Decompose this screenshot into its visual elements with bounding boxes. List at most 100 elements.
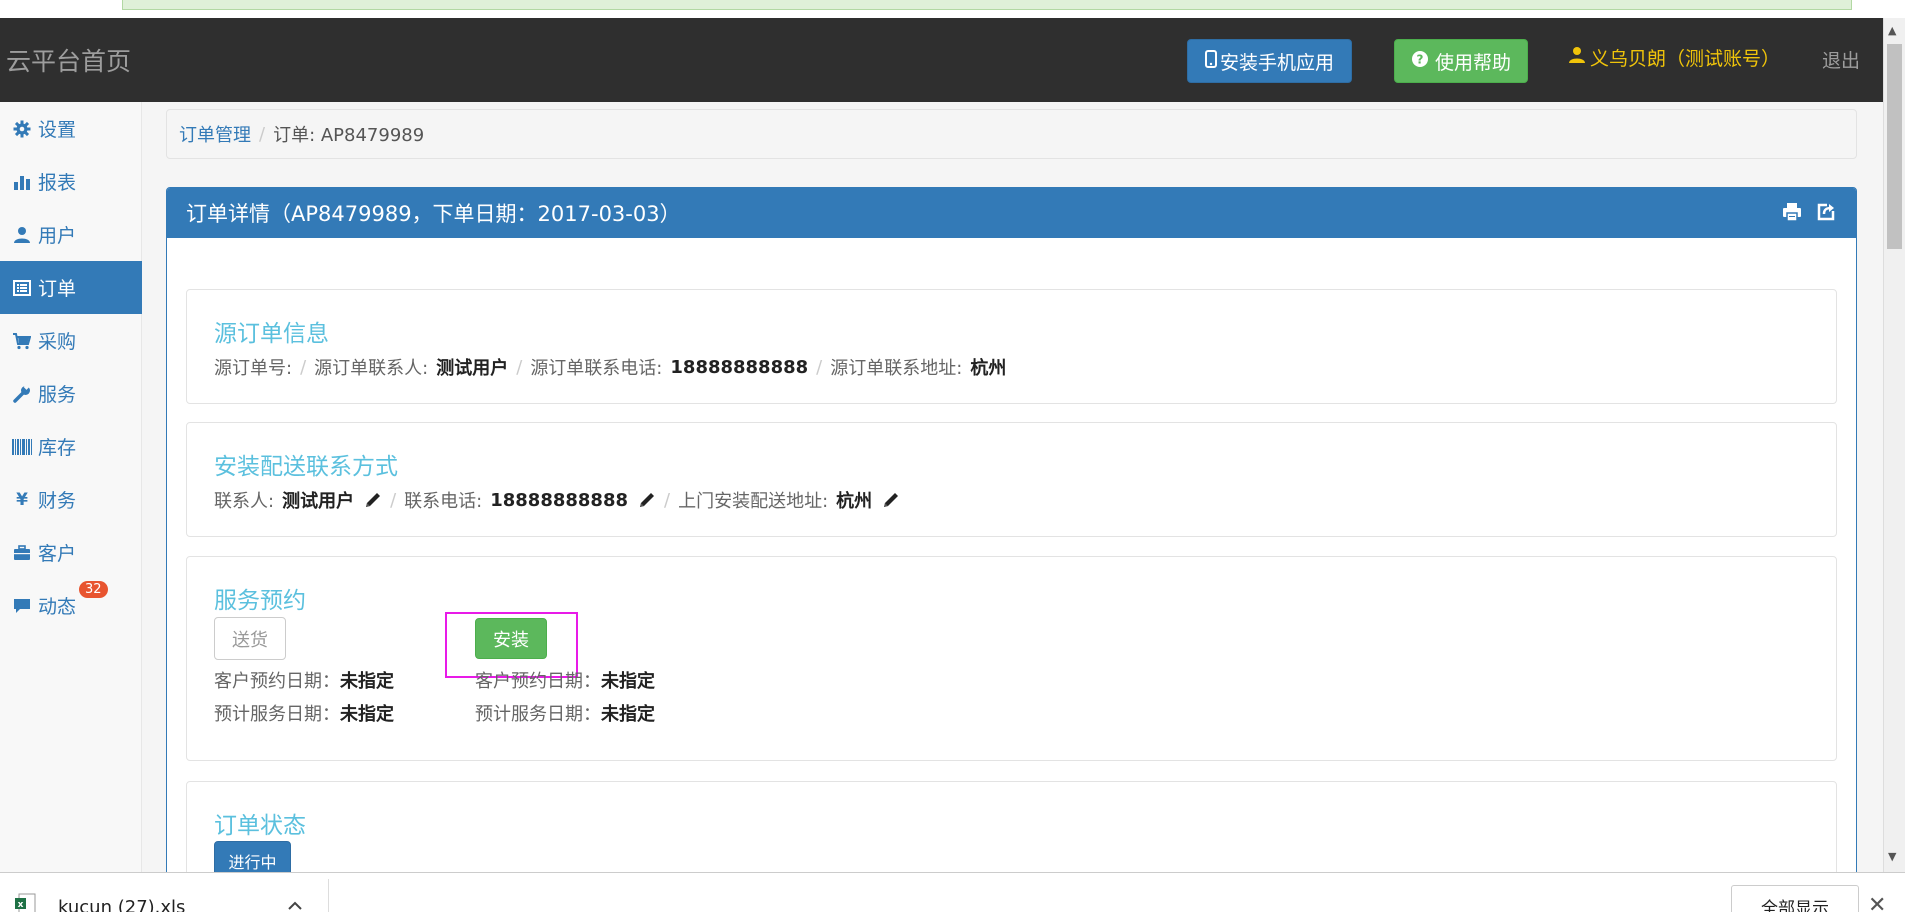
cart-icon bbox=[12, 332, 32, 350]
address-label: 上门安装配送地址: bbox=[678, 491, 829, 512]
panel-heading: 订单详情（AP8479989，下单日期：2017-03-03） bbox=[167, 188, 1856, 238]
help-button[interactable]: ? 使用帮助 bbox=[1394, 39, 1528, 83]
svg-text:x: x bbox=[18, 900, 24, 910]
list-icon bbox=[12, 279, 32, 297]
customer-date-value: 未指定 bbox=[340, 671, 394, 692]
print-icon[interactable] bbox=[1782, 202, 1802, 227]
source-phone-label: 源订单联系电话: bbox=[530, 358, 663, 379]
source-contact-value: 测试用户 bbox=[436, 358, 509, 379]
wrench-icon bbox=[12, 384, 32, 403]
user-icon bbox=[1568, 46, 1586, 69]
sidebar-item-activity[interactable]: 动态 32 bbox=[0, 579, 142, 632]
separator: / bbox=[300, 356, 307, 378]
sidebar-item-finance[interactable]: ¥ 财务 bbox=[0, 473, 142, 526]
order-detail-panel: 订单详情（AP8479989，下单日期：2017-03-03） 源订单信息 源订… bbox=[166, 187, 1857, 887]
phone-value: 18888888888 bbox=[490, 489, 629, 511]
edit-contact-pencil-icon[interactable] bbox=[364, 491, 382, 509]
source-order-section: 源订单信息 源订单号: / 源订单联系人: 测试用户 / 源订单联系电话: 18… bbox=[186, 289, 1837, 404]
customer-date-label: 客户预约日期： bbox=[214, 671, 340, 692]
source-address-value: 杭州 bbox=[970, 358, 1007, 379]
top-strip bbox=[0, 0, 1905, 18]
install-app-button[interactable]: 安装手机应用 bbox=[1187, 39, 1352, 83]
user-menu[interactable]: 义乌贝朗（测试账号） bbox=[1568, 44, 1780, 71]
scroll-thumb[interactable] bbox=[1887, 44, 1902, 249]
source-order-info: 源订单号: / 源订单联系人: 测试用户 / 源订单联系电话: 18888888… bbox=[214, 354, 1836, 380]
expected-date-value: 未指定 bbox=[340, 704, 394, 725]
brand-link[interactable]: 云平台首页 bbox=[6, 42, 131, 78]
breadcrumb-current: 订单: AP8479989 bbox=[273, 125, 425, 146]
bar-chart-icon bbox=[12, 173, 32, 191]
separator: / bbox=[664, 489, 671, 511]
install-customer-date: 客户预约日期：未指定 bbox=[475, 667, 655, 693]
edit-phone-pencil-icon[interactable] bbox=[638, 491, 656, 509]
top-navbar: 云平台首页 安装手机应用 ? 使用帮助 义乌贝朗（测试账号） 退出 bbox=[0, 18, 1883, 102]
separator: / bbox=[390, 489, 397, 511]
delivery-expected-date: 预计服务日期：未指定 bbox=[214, 700, 394, 726]
sidebar-item-label: 动态 bbox=[38, 596, 77, 618]
sidebar-item-label: 报表 bbox=[38, 172, 77, 194]
help-label: 使用帮助 bbox=[1434, 51, 1511, 74]
customer-date-value: 未指定 bbox=[601, 671, 655, 692]
sidebar-item-label: 订单 bbox=[38, 278, 77, 300]
gear-icon bbox=[12, 120, 32, 138]
logout-link[interactable]: 退出 bbox=[1822, 46, 1860, 73]
contact-label: 联系人: bbox=[214, 491, 275, 512]
barcode-icon bbox=[12, 438, 32, 456]
customer-date-label: 客户预约日期： bbox=[475, 671, 601, 692]
expected-date-label: 预计服务日期： bbox=[475, 704, 601, 725]
separator: / bbox=[816, 356, 823, 378]
chevron-up-icon[interactable] bbox=[287, 895, 303, 912]
sidebar-item-users[interactable]: 用户 bbox=[0, 208, 142, 261]
breadcrumb: 订单管理 / 订单: AP8479989 bbox=[166, 109, 1857, 159]
panel-title: 订单详情（AP8479989，下单日期：2017-03-03） bbox=[186, 202, 681, 226]
source-address-label: 源订单联系地址: bbox=[830, 358, 963, 379]
show-all-downloads-button[interactable]: 全部显示 bbox=[1731, 885, 1859, 912]
install-contact-section: 安装配送联系方式 联系人: 测试用户 / 联系电话: 18888888888 /… bbox=[186, 422, 1837, 537]
address-value: 杭州 bbox=[836, 491, 873, 512]
sidebar-item-reports[interactable]: 报表 bbox=[0, 155, 142, 208]
sidebar-item-settings[interactable]: 设置 bbox=[0, 102, 142, 155]
download-file-name[interactable]: kucun (27).xls bbox=[58, 897, 185, 912]
question-circle-icon: ? bbox=[1411, 50, 1429, 73]
source-phone-value: 18888888888 bbox=[670, 356, 809, 378]
sidebar-item-label: 服务 bbox=[38, 384, 77, 406]
user-name: 义乌贝朗（测试账号） bbox=[1590, 48, 1781, 70]
sidebar-item-orders[interactable]: 订单 bbox=[0, 261, 142, 314]
sidebar-item-customers[interactable]: 客户 bbox=[0, 526, 142, 579]
scroll-down-arrow-icon[interactable]: ▼ bbox=[1888, 850, 1896, 863]
yen-icon: ¥ bbox=[16, 489, 28, 510]
close-icon[interactable]: ✕ bbox=[1868, 893, 1886, 912]
order-status-title: 订单状态 bbox=[214, 813, 306, 839]
sidebar-item-inventory[interactable]: 库存 bbox=[0, 420, 142, 473]
download-bar: x kucun (27).xls 全部显示 ✕ bbox=[0, 872, 1905, 912]
delivery-button[interactable]: 送货 bbox=[214, 617, 286, 660]
divider bbox=[328, 879, 329, 912]
breadcrumb-order-management[interactable]: 订单管理 bbox=[179, 121, 251, 147]
install-contact-title: 安装配送联系方式 bbox=[214, 454, 398, 480]
briefcase-icon bbox=[12, 544, 32, 562]
install-expected-date: 预计服务日期：未指定 bbox=[475, 700, 655, 726]
sidebar-item-label: 用户 bbox=[38, 225, 77, 247]
source-contact-label: 源订单联系人: bbox=[314, 358, 429, 379]
delivery-customer-date: 客户预约日期：未指定 bbox=[214, 667, 394, 693]
sidebar-item-label: 库存 bbox=[38, 437, 77, 459]
page-scrollbar[interactable]: ▲ ▼ bbox=[1883, 18, 1905, 872]
source-order-no-label: 源订单号: bbox=[214, 358, 293, 379]
excel-file-icon: x bbox=[15, 893, 37, 912]
sidebar-item-purchasing[interactable]: 采购 bbox=[0, 314, 142, 367]
share-icon[interactable] bbox=[1816, 202, 1836, 227]
sidebar-item-service[interactable]: 服务 bbox=[0, 367, 142, 420]
expected-date-value: 未指定 bbox=[601, 704, 655, 725]
contact-value: 测试用户 bbox=[282, 491, 355, 512]
sidebar-item-label: 设置 bbox=[38, 119, 77, 141]
sidebar-item-label: 财务 bbox=[38, 490, 77, 512]
alert-bar bbox=[122, 0, 1852, 10]
install-contact-info: 联系人: 测试用户 / 联系电话: 18888888888 / 上门安装配送地址… bbox=[214, 487, 1836, 513]
edit-address-pencil-icon[interactable] bbox=[882, 491, 900, 509]
scroll-up-arrow-icon[interactable]: ▲ bbox=[1888, 24, 1896, 37]
mobile-phone-icon bbox=[1204, 49, 1217, 73]
panel-tools bbox=[1782, 202, 1836, 227]
svg-text:?: ? bbox=[1417, 52, 1424, 66]
separator: / bbox=[516, 356, 523, 378]
service-booking-title: 服务预约 bbox=[214, 588, 306, 614]
